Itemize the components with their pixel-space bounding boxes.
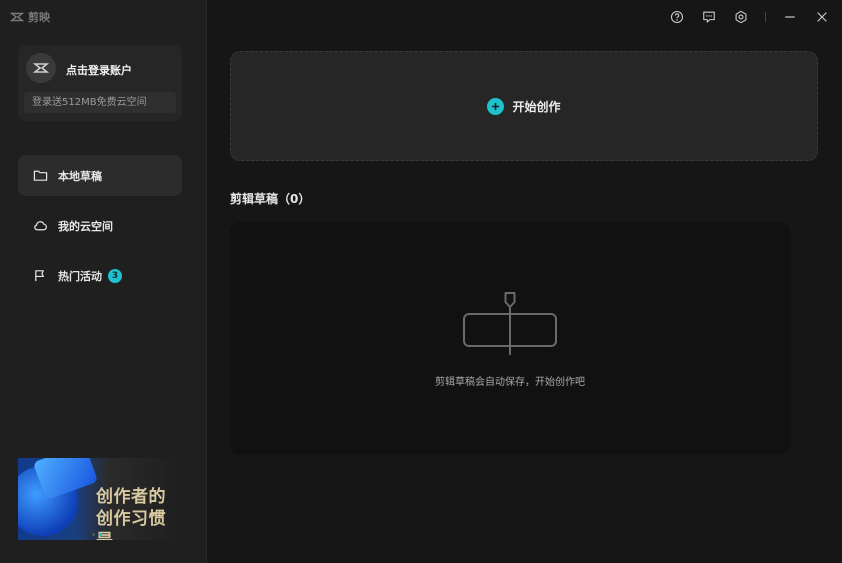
- help-icon[interactable]: [669, 9, 685, 25]
- plus-icon: [487, 97, 505, 115]
- settings-icon[interactable]: [733, 9, 749, 25]
- title-bar-separator: [765, 12, 766, 22]
- drafts-area: 剪辑草稿会自动保存，开始创作吧: [230, 222, 790, 455]
- drafts-section-title: 剪辑草稿（0）: [230, 192, 311, 206]
- login-promo[interactable]: 登录送512MB免费云空间: [24, 92, 176, 113]
- nav-item-hot-events[interactable]: 热门活动 3: [18, 255, 182, 296]
- avatar[interactable]: [26, 53, 56, 83]
- empty-timeline-icon: [463, 292, 557, 355]
- feedback-icon[interactable]: [701, 9, 717, 25]
- main-content: 开始创作 剪辑草稿（0） 剪辑草稿会自动保存，开始创作吧: [207, 0, 842, 563]
- capcut-avatar-icon: [33, 63, 49, 73]
- login-title[interactable]: 点击登录账户: [66, 62, 132, 78]
- cloud-icon: [34, 221, 47, 231]
- app-logo-text: 剪映: [28, 11, 50, 24]
- banner-dot-active[interactable]: [99, 533, 102, 536]
- nav-item-label: 热门活动: [58, 269, 102, 283]
- nav-item-local-drafts[interactable]: 本地草稿: [18, 155, 182, 196]
- login-card[interactable]: 点击登录账户 登录送512MB免费云空间: [18, 45, 182, 121]
- banner-dot[interactable]: [92, 533, 95, 536]
- flag-icon: [35, 270, 44, 282]
- folder-icon: [33, 170, 48, 181]
- banner-text: 创作者的 创作习惯是: [96, 486, 182, 540]
- sidebar: 剪映 点击登录账户 登录送512MB免费云空间 本地草稿 我的云空间 热门活动 …: [0, 0, 207, 563]
- nav-item-label: 本地草稿: [58, 169, 102, 183]
- nav-item-label: 我的云空间: [58, 219, 113, 233]
- empty-state-text: 剪辑草稿会自动保存，开始创作吧: [435, 377, 585, 388]
- close-icon[interactable]: [814, 9, 830, 25]
- nav-item-cloud-space[interactable]: 我的云空间: [18, 205, 182, 246]
- start-creation-button[interactable]: 开始创作: [230, 51, 818, 161]
- title-bar: [653, 0, 842, 34]
- minimize-icon[interactable]: [782, 9, 798, 25]
- start-creation-label: 开始创作: [512, 99, 561, 114]
- app-logo: 剪映: [10, 9, 50, 25]
- capcut-logo-icon: [10, 12, 24, 22]
- banner-line-2: 创作习惯是: [96, 509, 166, 540]
- promo-banner[interactable]: 创作者的 创作习惯是: [18, 458, 182, 540]
- notification-badge: 3: [108, 268, 122, 283]
- banner-line-1: 创作者的: [96, 487, 166, 507]
- banner-pagination: [92, 533, 102, 536]
